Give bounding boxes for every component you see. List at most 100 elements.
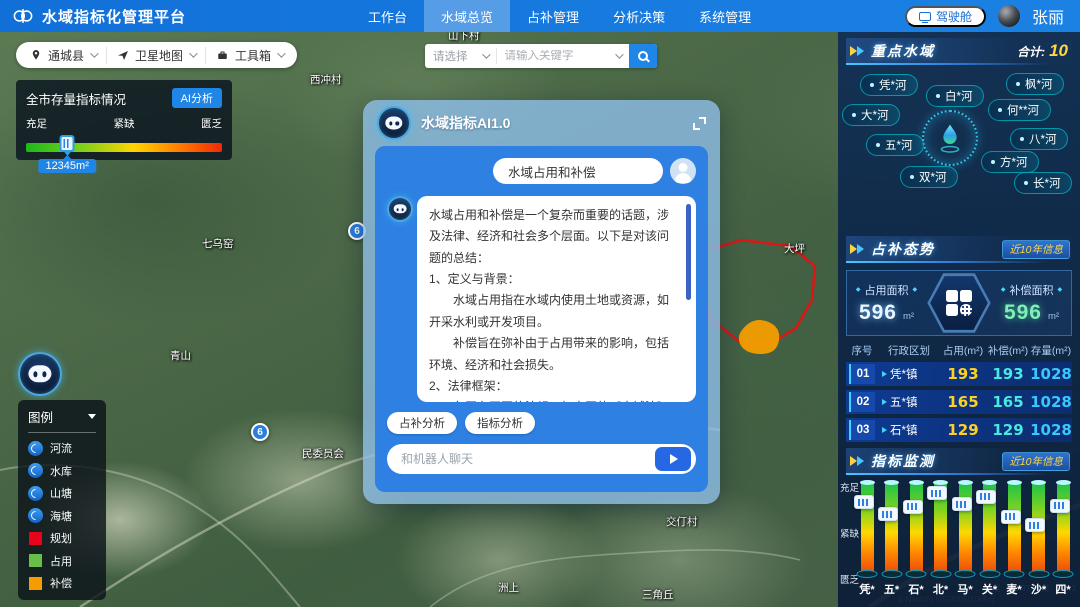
nav-item-2[interactable]: 水域总览	[424, 0, 510, 32]
river-tag-label: 双*河	[919, 169, 946, 185]
basemap-selector[interactable]: 卫星地图	[106, 47, 205, 64]
river-tag[interactable]: 方*河	[981, 151, 1039, 173]
user-message-row: 水域占用和补偿	[387, 158, 696, 184]
legend-item-水库[interactable]: 水库	[28, 460, 96, 483]
water-feature-icon	[28, 463, 43, 478]
search-type-select[interactable]: 请选择	[425, 48, 497, 64]
nav-item-4[interactable]: 分析决策	[596, 0, 682, 32]
legend-item-label: 补偿	[50, 575, 72, 591]
quick-action-button[interactable]: 指标分析	[465, 412, 535, 434]
scale-label: 紧缺	[114, 116, 135, 131]
row-stock-value: 1028	[1030, 393, 1072, 411]
row-index: 03	[849, 420, 875, 440]
trend-badge[interactable]: 近10年信息	[1002, 240, 1070, 259]
river-tag[interactable]: 枫*河	[1006, 73, 1064, 95]
chevron-down-icon	[90, 49, 98, 57]
compensated-area-stat: 补偿面积 596 m²	[992, 282, 1071, 325]
topbar-right-group: 驾驶舱 张丽	[905, 4, 1080, 28]
bar-category-label: 石*	[908, 581, 923, 597]
search-keyword-input[interactable]	[497, 50, 616, 62]
row-arrow-icon	[882, 399, 887, 405]
grid-icon	[946, 290, 972, 316]
table-row[interactable]: 03石*镇1291291028	[846, 418, 1072, 442]
ai-analysis-button[interactable]: AI分析	[172, 88, 222, 108]
bar-level-marker	[1050, 499, 1070, 513]
row-compensated-value: 165	[986, 393, 1030, 411]
nav-item-3[interactable]: 占补管理	[510, 0, 596, 32]
river-tag[interactable]: 何**河	[988, 99, 1051, 121]
river-tag[interactable]: 凭*河	[860, 74, 918, 96]
river-tag-label: 长*河	[1033, 175, 1060, 191]
water-feature-icon	[28, 486, 43, 501]
legend-item-补偿[interactable]: 补偿	[28, 572, 96, 595]
basemap-selector-label: 卫星地图	[135, 47, 183, 64]
location-pin-icon	[30, 49, 42, 61]
search-button[interactable]	[629, 44, 657, 68]
legend-item-label: 河流	[50, 440, 72, 456]
marker-hatch	[858, 499, 870, 506]
toolbox-menu[interactable]: 工具箱	[205, 47, 293, 64]
color-swatch	[29, 577, 42, 590]
ai-assistant-fab[interactable]	[18, 352, 62, 396]
river-tag-label: 枫*河	[1025, 76, 1052, 92]
platform-logo-icon	[12, 5, 34, 27]
map-cluster-marker[interactable]: 6	[251, 423, 269, 441]
monitor-bar: 五*	[881, 482, 903, 597]
chevron-down-icon[interactable]	[615, 50, 623, 58]
bullet-dot	[1024, 181, 1028, 185]
trend-title: 占补态势	[871, 239, 935, 259]
stock-scale-labels: 充足紧缺匮乏	[26, 116, 222, 131]
region-selector[interactable]: 通城县	[20, 47, 106, 64]
row-occupied-value: 129	[940, 421, 986, 439]
river-tag[interactable]: 白*河	[926, 85, 984, 107]
marker-hatch	[1029, 522, 1041, 529]
nav-item-5[interactable]: 系统管理	[682, 0, 768, 32]
legend-items: 河流水库山塘海塘规划占用补偿	[28, 437, 96, 595]
region-table-body: 01凭*镇1931931028 02五*镇1651651028 03石*镇12912…	[846, 362, 1072, 442]
legend-item-占用[interactable]: 占用	[28, 550, 96, 573]
bar-category-label: 沙*	[1031, 581, 1046, 597]
expand-icon[interactable]	[693, 117, 706, 130]
river-tag[interactable]: 长*河	[1014, 172, 1072, 194]
message-scrollbar[interactable]	[686, 204, 691, 300]
quick-action-button[interactable]: 占补分析	[387, 412, 457, 434]
bar-level-marker	[878, 507, 898, 521]
river-tag[interactable]: 八*河	[1010, 128, 1068, 150]
river-tag[interactable]: 五*河	[866, 134, 924, 156]
legend-item-规划[interactable]: 规划	[28, 527, 96, 550]
table-row[interactable]: 01凭*镇1931931028	[846, 362, 1072, 386]
bar-category-label: 五*	[884, 581, 899, 597]
cockpit-monitor-icon	[919, 12, 931, 21]
occupied-area-label: 占用面积	[856, 282, 917, 298]
send-button[interactable]	[655, 447, 691, 471]
monitor-bar: 关*	[979, 482, 1001, 597]
section-arrow-icon	[850, 455, 865, 467]
marker-hatch	[1005, 513, 1017, 520]
row-compensated-value: 193	[986, 365, 1030, 383]
river-tag[interactable]: 双*河	[900, 166, 958, 188]
bot-message-card: 水域占用和补偿是一个复杂而重要的话题，涉及法律、经济和社会多个层面。以下是对该问…	[417, 196, 696, 402]
caret-down-icon	[88, 414, 96, 419]
monitor-badge[interactable]: 近10年信息	[1002, 452, 1070, 471]
chat-input[interactable]	[401, 452, 655, 466]
compensation-area-patch[interactable]	[739, 320, 779, 354]
legend-item-海塘[interactable]: 海塘	[28, 505, 96, 528]
occupied-area-stat: 占用面积 596 m²	[847, 282, 926, 325]
cockpit-button[interactable]: 驾驶舱	[905, 6, 986, 27]
river-tag[interactable]: 大*河	[842, 104, 900, 126]
river-tag-label: 白*河	[945, 88, 972, 104]
legend-item-label: 占用	[50, 553, 72, 569]
legend-header[interactable]: 图例	[28, 407, 96, 426]
nav-item-1[interactable]: 工作台	[351, 0, 424, 32]
bar-category-label: 北*	[933, 581, 948, 597]
bullet-dot	[876, 143, 880, 147]
legend-item-河流[interactable]: 河流	[28, 437, 96, 460]
chat-title: 水域指标AI1.0	[421, 113, 510, 133]
user-avatar[interactable]	[998, 5, 1020, 27]
trend-stats-box: 占用面积 596 m² 补偿面积 596 m²	[846, 270, 1072, 336]
stock-slider-marker[interactable]	[60, 135, 75, 152]
color-swatch	[29, 554, 42, 567]
legend-item-山塘[interactable]: 山塘	[28, 482, 96, 505]
table-row[interactable]: 02五*镇1651651028	[846, 390, 1072, 414]
scale-label: 充足	[26, 116, 47, 131]
